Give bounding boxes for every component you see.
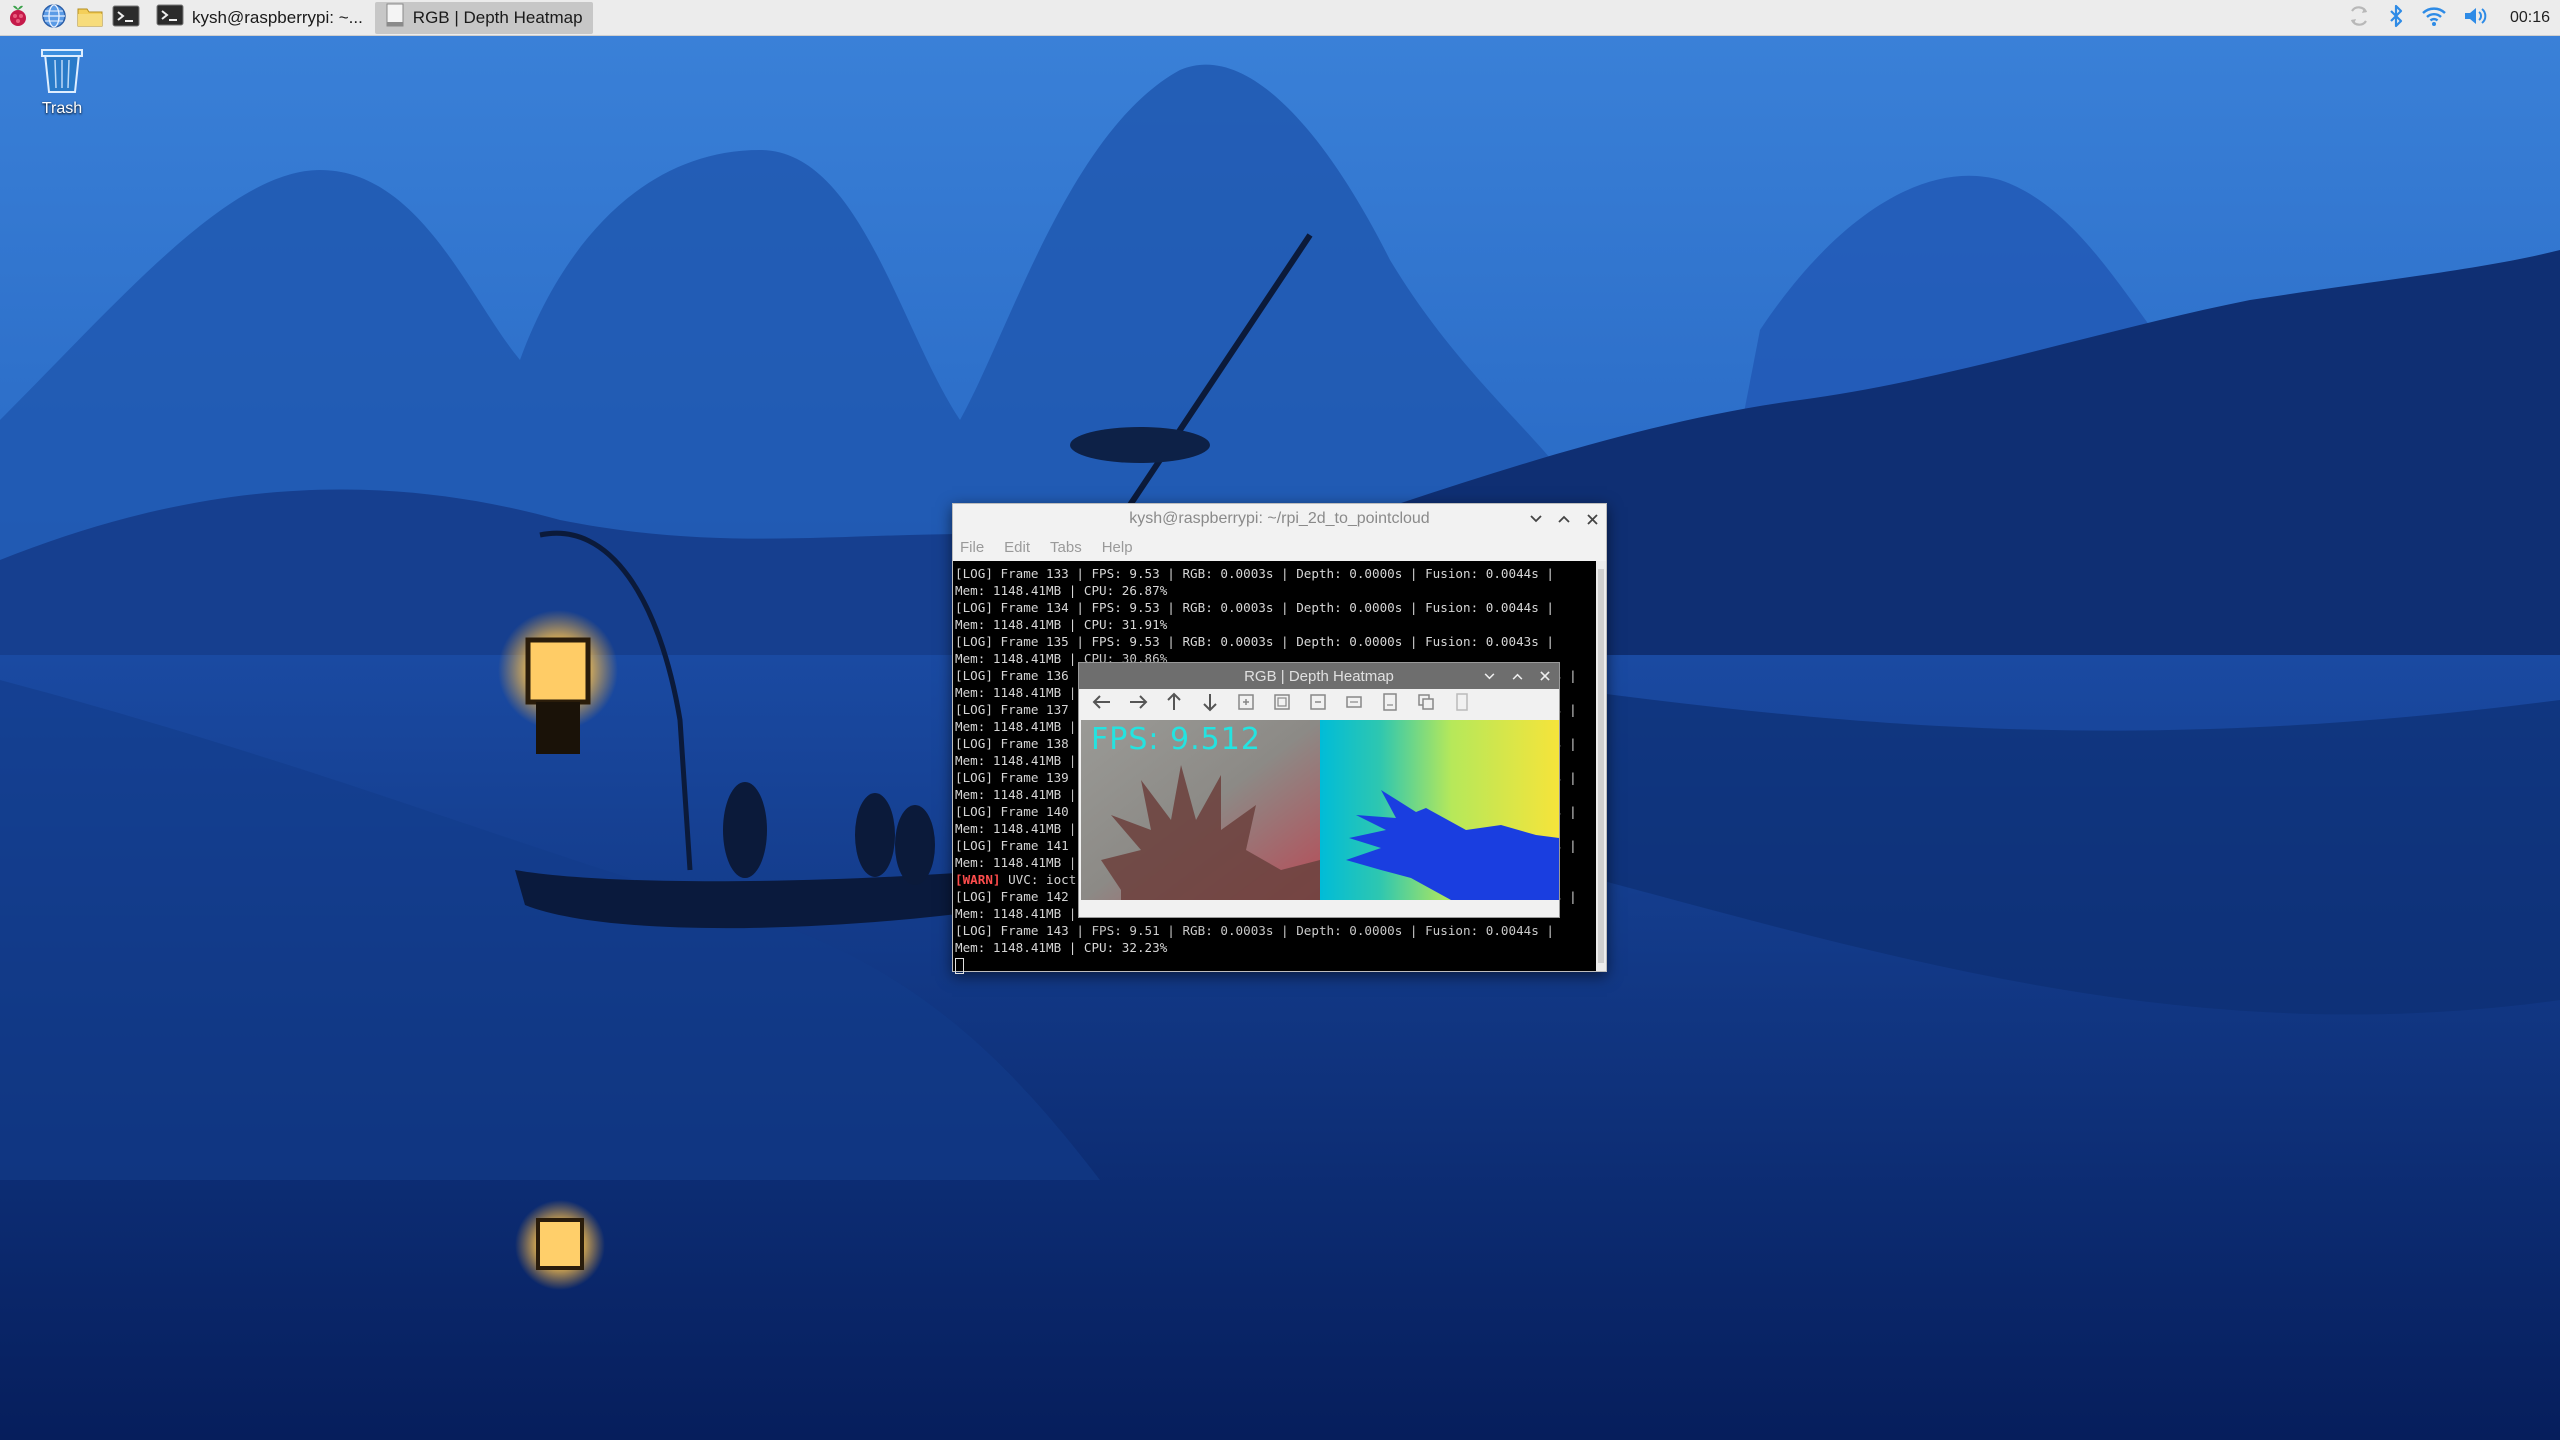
forward-button[interactable]: [1123, 691, 1153, 717]
browser-icon: [41, 3, 67, 33]
save-button[interactable]: [1375, 691, 1405, 717]
pan-icon: [1345, 693, 1363, 715]
menu-tabs[interactable]: Tabs: [1050, 539, 1082, 556]
log-line: Mem: 1148.41MB | CPU: 32.23%: [955, 940, 1168, 955]
zoom-in-button[interactable]: [1231, 691, 1261, 717]
volume-icon[interactable]: [2462, 4, 2490, 32]
heatmap-window: RGB | Depth Heatmap FPS: 9.512: [1078, 662, 1560, 918]
taskbar: kysh@raspberrypi: ~... RGB | Depth Heatm…: [0, 0, 2560, 36]
zoom-fit-button[interactable]: [1267, 691, 1297, 717]
pan-button[interactable]: [1339, 691, 1369, 717]
warn-text: UVC: ioct: [1000, 872, 1077, 887]
properties-button[interactable]: [1447, 691, 1477, 717]
log-line: Mem: 1148.41MB | CPU: 26.87%: [955, 583, 1168, 598]
log-line: [LOG] Frame 133 | FPS: 9.53 | RGB: 0.000…: [955, 566, 1554, 581]
window-title: kysh@raspberrypi: ~/rpi_2d_to_pointcloud: [1129, 510, 1430, 527]
zoom-out-button[interactable]: [1303, 691, 1333, 717]
prompt-line: [955, 956, 1596, 974]
log-line: [LOG] Frame 135 | FPS: 9.53 | RGB: 0.000…: [955, 634, 1554, 649]
log-line: [LOG] Frame 143 | FPS: 9.51 | RGB: 0.000…: [955, 923, 1554, 938]
close-button[interactable]: [1537, 668, 1553, 684]
system-tray: 00:16: [2346, 0, 2560, 36]
up-button[interactable]: [1159, 691, 1189, 717]
log-line: [LOG] Frame 134 | FPS: 9.53 | RGB: 0.000…: [955, 600, 1554, 615]
fps-overlay: FPS: 9.512: [1091, 722, 1261, 757]
task-label: kysh@raspberrypi: ~...: [192, 7, 363, 27]
down-arrow-icon: [1202, 692, 1218, 716]
window-icon: [385, 2, 405, 33]
text-cursor: [955, 957, 964, 974]
log-line: Mem: 1148.41MB | CPU: 31.91%: [955, 617, 1168, 632]
heatmap-toolbar: [1079, 689, 1559, 719]
wifi-icon[interactable]: [2420, 4, 2448, 32]
task-label: RGB | Depth Heatmap: [412, 7, 583, 27]
raspberry-menu-button[interactable]: [0, 0, 36, 36]
warn-tag: [WARN]: [955, 872, 1001, 887]
file-manager-launcher[interactable]: [72, 0, 108, 36]
taskbar-task-heatmap[interactable]: RGB | Depth Heatmap: [374, 1, 593, 34]
terminal-menubar: File Edit Tabs Help: [953, 534, 1606, 561]
rgb-depth-view[interactable]: FPS: 9.512: [1081, 720, 1559, 900]
sync-icon[interactable]: [2346, 3, 2372, 33]
terminal-icon: [156, 3, 184, 32]
minimize-button[interactable]: [1528, 511, 1544, 527]
close-button[interactable]: [1584, 511, 1600, 527]
terminal-icon: [112, 4, 140, 32]
taskbar-task-terminal[interactable]: kysh@raspberrypi: ~...: [146, 2, 373, 34]
zoom-fit-icon: [1273, 693, 1291, 715]
zoom-out-icon: [1309, 693, 1327, 715]
down-button[interactable]: [1195, 691, 1225, 717]
bluetooth-icon[interactable]: [2386, 3, 2406, 33]
terminal-titlebar[interactable]: kysh@raspberrypi: ~/rpi_2d_to_pointcloud: [953, 504, 1606, 534]
terminal-launcher[interactable]: [108, 0, 144, 36]
zoom-in-icon: [1237, 693, 1255, 715]
trash-label: Trash: [41, 100, 83, 117]
browser-launcher[interactable]: [36, 0, 72, 36]
save-icon: [1382, 693, 1398, 715]
trash-desktop-icon[interactable]: Trash: [30, 46, 94, 118]
terminal-scrollbar[interactable]: [1596, 561, 1606, 971]
scrollbar-thumb[interactable]: [1598, 569, 1604, 963]
copy-button[interactable]: [1411, 691, 1441, 717]
heatmap-titlebar[interactable]: RGB | Depth Heatmap: [1079, 663, 1559, 689]
menu-help[interactable]: Help: [1102, 539, 1133, 556]
forward-arrow-icon: [1128, 694, 1148, 714]
file-manager-icon: [76, 4, 104, 32]
window-title: RGB | Depth Heatmap: [1244, 667, 1394, 685]
maximize-button[interactable]: [1509, 668, 1525, 684]
trash-icon: [39, 49, 85, 98]
properties-icon: [1455, 693, 1469, 715]
raspberry-icon: [6, 3, 30, 33]
copy-icon: [1417, 693, 1435, 715]
back-button[interactable]: [1087, 691, 1117, 717]
maximize-button[interactable]: [1556, 511, 1572, 527]
minimize-button[interactable]: [1481, 668, 1497, 684]
up-arrow-icon: [1166, 692, 1182, 716]
menu-edit[interactable]: Edit: [1004, 539, 1030, 556]
menu-file[interactable]: File: [960, 539, 984, 556]
back-arrow-icon: [1092, 694, 1112, 714]
clock[interactable]: 00:16: [2510, 9, 2550, 27]
